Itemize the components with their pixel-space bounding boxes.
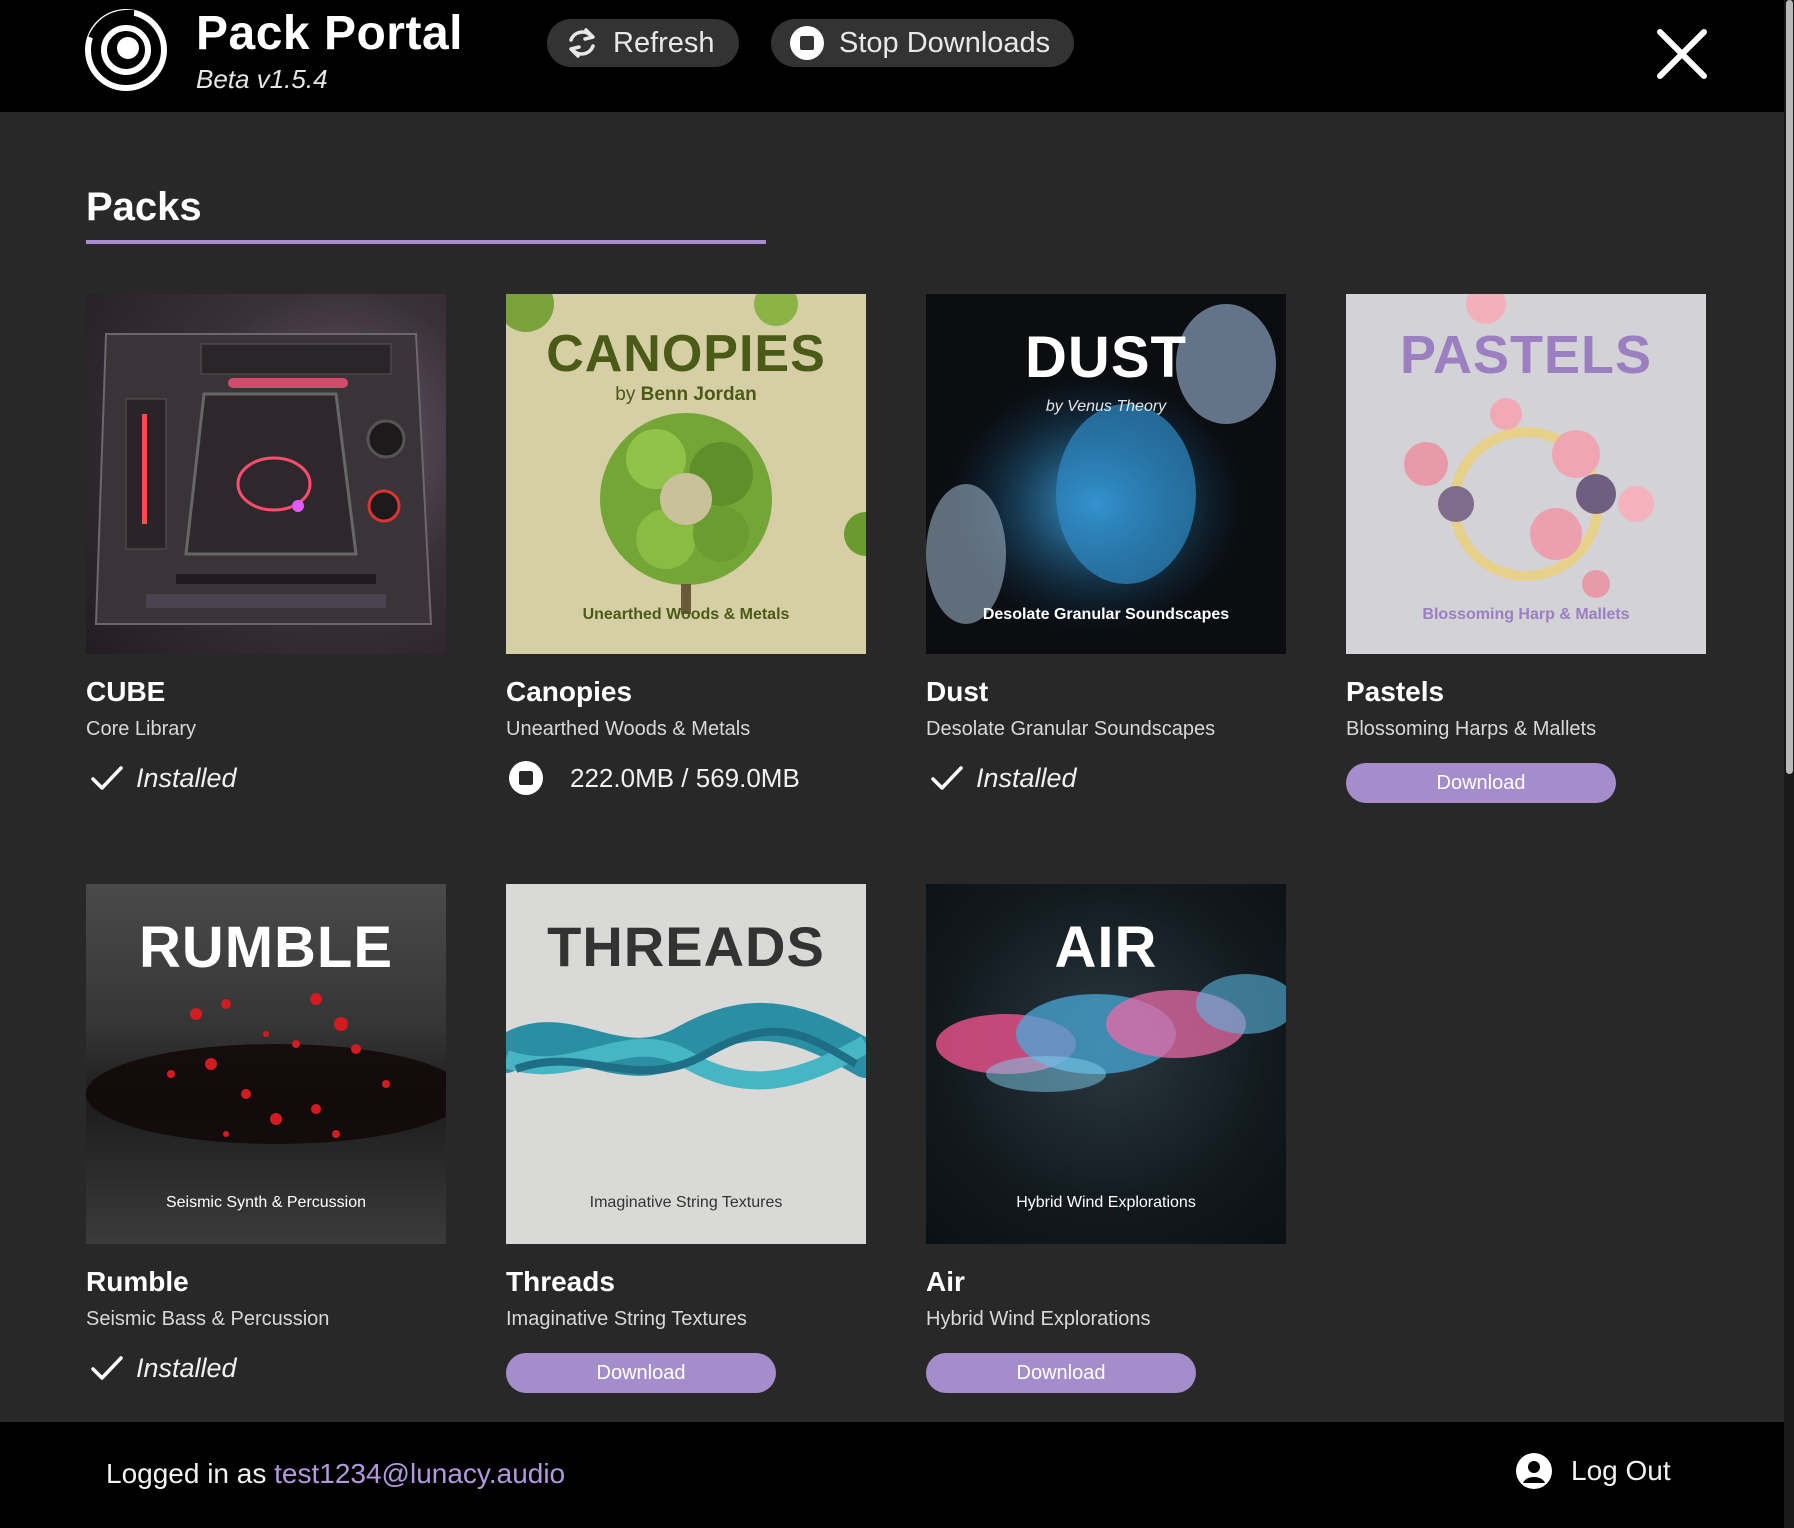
art-author: by Benn Jordan (506, 384, 866, 406)
art-title: PASTELS (1399, 325, 1653, 385)
user-email: test1234@lunacy.audio (274, 1458, 566, 1489)
lunacy-logo-icon (85, 9, 167, 91)
pack-card-canopies: CANOPIES by Benn Jordan Unearthed Woods … (506, 294, 866, 795)
pack-art-air[interactable]: AIR Hybrid Wind Explorations (926, 884, 1286, 1244)
pack-subtitle: Core Library (86, 718, 197, 740)
pack-card-cube: CUBE Core Library Installed (86, 294, 446, 795)
art-title: AIR (1054, 915, 1158, 980)
cube-plugin-illustration (94, 333, 433, 625)
pack-title: Rumble (86, 1266, 189, 1297)
login-status: Logged in as test1234@lunacy.audio (106, 1458, 565, 1490)
art-by: by (615, 384, 636, 405)
user-icon (1516, 1453, 1552, 1489)
pack-subtitle: Blossoming Harps & Mallets (1346, 718, 1597, 740)
pack-art-pastels[interactable]: PASTELS Blossoming Harp & Mallets (1346, 294, 1706, 654)
pack-card-pastels: PASTELS Blossoming Harp & Mallets Pastel… (1346, 294, 1706, 803)
art-tagline: Unearthed Woods & Metals (582, 606, 790, 623)
footer-bar: Logged in as test1234@lunacy.audio Log O… (0, 1422, 1784, 1528)
logout-label: Log Out (1571, 1455, 1671, 1486)
pack-card-air: AIR Hybrid Wind Explorations Air Hybrid … (926, 884, 1286, 1393)
pack-subtitle: Desolate Granular Soundscapes (926, 718, 1216, 740)
installed-label: Installed (136, 1352, 237, 1383)
art-title: DUST (1025, 325, 1187, 390)
pack-title: Canopies (506, 676, 633, 707)
section-underline (86, 240, 766, 244)
checkmark-icon (91, 1356, 123, 1380)
scrollbar-thumb[interactable] (1786, 0, 1793, 774)
pack-subtitle: Seismic Bass & Percussion (86, 1308, 330, 1330)
stop-icon (790, 26, 824, 60)
art-tagline: Desolate Granular Soundscapes (982, 606, 1230, 623)
login-prefix: Logged in as (106, 1458, 267, 1489)
header-bar: Pack Portal Beta v1.5.4 Refresh Stop Dow… (0, 0, 1784, 112)
pack-art-canopies[interactable]: CANOPIES by Benn Jordan Unearthed Woods … (506, 294, 866, 654)
pack-art-rumble[interactable]: RUMBLE Seismic Synth & Percussion (86, 884, 446, 1244)
app-title: Pack Portal (196, 7, 463, 60)
pack-art-dust[interactable]: DUST by Venus Theory Desolate Granular S… (926, 294, 1286, 654)
refresh-button[interactable]: Refresh (547, 19, 739, 67)
logout-button[interactable]: Log Out (1515, 1452, 1671, 1490)
download-button[interactable]: Download (1346, 763, 1616, 803)
checkmark-icon (91, 766, 123, 790)
pack-title: CUBE (86, 676, 166, 707)
art-tagline: Blossoming Harp & Mallets (1422, 606, 1630, 623)
pack-art-threads[interactable]: THREADS Imaginative String Textures (506, 884, 866, 1244)
download-button[interactable]: Download (506, 1353, 776, 1393)
pack-card-dust: DUST by Venus Theory Desolate Granular S… (926, 294, 1286, 795)
pack-title: Air (926, 1266, 965, 1297)
art-tagline: Seismic Synth & Percussion (165, 1194, 367, 1211)
pack-subtitle: Imaginative String Textures (506, 1308, 747, 1330)
installed-label: Installed (136, 762, 237, 793)
refresh-label: Refresh (613, 26, 715, 59)
pack-art-cube[interactable] (86, 294, 446, 654)
app-version: Beta v1.5.4 (196, 64, 328, 94)
installed-label: Installed (976, 762, 1077, 793)
download-button[interactable]: Download (926, 1353, 1196, 1393)
art-tagline: Imaginative String Textures (589, 1194, 783, 1211)
checkmark-icon (931, 766, 963, 790)
art-title: RUMBLE (138, 915, 394, 980)
installed-status: Installed (86, 761, 446, 795)
stop-download-icon[interactable] (508, 760, 544, 796)
refresh-icon (569, 28, 595, 58)
stop-downloads-label: Stop Downloads (839, 26, 1051, 59)
pack-subtitle: Hybrid Wind Explorations (926, 1308, 1151, 1330)
pack-card-rumble: RUMBLE Seismic Synth & Percussion Rumble… (86, 884, 446, 1385)
installed-status: Installed (926, 761, 1286, 795)
pack-subtitle: Unearthed Woods & Metals (506, 718, 751, 740)
art-author-name: Benn Jordan (640, 384, 757, 405)
close-icon[interactable] (1654, 26, 1710, 82)
pack-title: Dust (926, 676, 989, 707)
download-progress: 222.0MB / 569.0MB (506, 761, 866, 795)
pack-card-threads: THREADS Imaginative String Textures Thre… (506, 884, 866, 1393)
art-title: CANOPIES (546, 325, 826, 383)
pack-title: Pastels (1346, 676, 1445, 707)
art-title: THREADS (547, 915, 825, 978)
pack-title: Threads (506, 1266, 615, 1297)
progress-text: 222.0MB / 569.0MB (570, 762, 800, 793)
section-title: Packs (86, 185, 202, 229)
art-tagline: Hybrid Wind Explorations (1016, 1194, 1196, 1211)
art-author: by Venus Theory (1045, 398, 1167, 415)
installed-status: Installed (86, 1351, 446, 1385)
stop-downloads-button[interactable]: Stop Downloads (771, 19, 1075, 67)
